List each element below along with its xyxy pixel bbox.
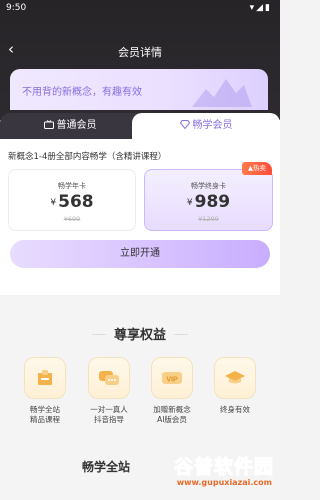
tab-normal-label: 普通会员 (56, 120, 97, 131)
membership-tabs: 普通会员 畅学会员 (0, 113, 280, 139)
benefit-label: 一对一真人 抖音指导 (90, 405, 128, 424)
benefit-item: 终身有效 (205, 357, 265, 415)
site-watermark: 谷普软件园 www.gupuxiazai.com (120, 440, 280, 500)
hot-badge-label: 热卖 (253, 164, 266, 172)
benefit-label: 畅学全站 精品课程 (30, 405, 60, 424)
open-membership-button[interactable]: 立即开通 (10, 240, 270, 268)
price-value: 568 (58, 192, 94, 212)
watermark-text: 谷普软件园 (173, 456, 274, 479)
benefit-item: VIP 加赠新概念 AI版会员 (142, 357, 202, 425)
chat-icon (88, 357, 130, 399)
tv-icon (43, 120, 54, 129)
tab-vip-member[interactable]: 畅学会员 (132, 113, 280, 139)
tab-normal-member[interactable]: 普通会员 (0, 113, 140, 139)
banner-text: 不用背的新概念，有趣有效 (22, 87, 142, 98)
diamond-icon (179, 120, 190, 130)
plan-card-lifetime[interactable]: ▲热卖 畅学终身卡 ¥989 ¥1299 (144, 162, 273, 231)
plan-section: 新概念1-4册全部内容畅学（含精讲课程） 畅学年卡 ¥568 ¥699 ▲热卖 … (0, 139, 280, 295)
page-title: 会员详情 (118, 46, 162, 59)
status-icons: ▾◢▮ (249, 3, 272, 13)
currency-symbol: ¥ (186, 198, 193, 208)
watermark-url: www.gupuxiazai.com (176, 478, 272, 487)
plan-name: 畅学年卡 (58, 182, 86, 190)
benefits-title: 尊享权益 (0, 324, 280, 343)
tab-vip-label: 畅学会员 (192, 120, 233, 131)
price-value: 989 (194, 192, 231, 212)
benefit-label: 终身有效 (220, 405, 250, 414)
promo-banner: 不用背的新概念，有趣有效 (10, 69, 268, 110)
plan-description: 新概念1-4册全部内容畅学（含精讲课程） (8, 152, 167, 162)
benefit-item: 畅学全站 精品课程 (15, 357, 75, 425)
status-time: 9:50 (6, 3, 27, 13)
benefit-label: 加赠新概念 AI版会员 (153, 405, 191, 424)
plan-price: ¥989 (145, 192, 272, 212)
original-price: ¥1299 (198, 215, 219, 223)
currency-symbol: ¥ (50, 198, 57, 208)
hot-badge: ▲热卖 (242, 162, 272, 175)
plan-name: 畅学终身卡 (191, 182, 226, 190)
original-price: ¥699 (63, 215, 81, 223)
benefit-item: 一对一真人 抖音指导 (79, 357, 139, 425)
book-icon (24, 357, 66, 399)
plan-card-annual[interactable]: 畅学年卡 ¥568 ¥699 (8, 169, 136, 231)
status-bar: 9:50 ▾◢▮ (0, 0, 280, 18)
graduation-cap-icon (214, 357, 256, 399)
mountain-decoration-icon (192, 79, 252, 107)
svg-text:VIP: VIP (166, 377, 178, 384)
header: 9:50 ▾◢▮ ‹ 会员详情 不用背的新概念，有趣有效 (0, 0, 280, 120)
vip-icon: VIP (151, 357, 193, 399)
plan-price: ¥568 (9, 192, 135, 212)
